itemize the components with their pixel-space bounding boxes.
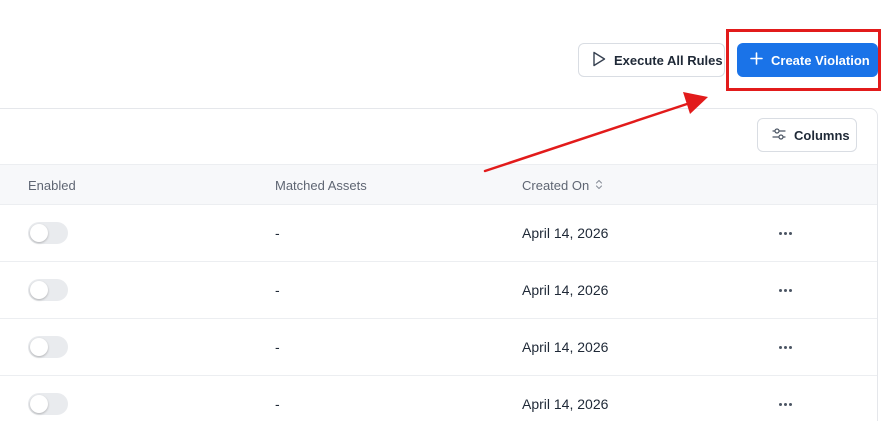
play-icon — [592, 51, 606, 70]
table-row: - April 14, 2026 — [0, 376, 877, 421]
table-row: - April 14, 2026 — [0, 205, 877, 262]
matched-assets-cell: - — [275, 396, 280, 412]
more-horizontal-icon[interactable] — [773, 337, 797, 357]
created-on-cell: April 14, 2026 — [522, 225, 609, 241]
annotation-highlight-box — [726, 29, 881, 91]
enabled-toggle[interactable] — [28, 393, 68, 415]
matched-assets-cell: - — [275, 339, 280, 355]
columns-button[interactable]: Columns — [757, 118, 857, 152]
toggle-knob — [30, 338, 48, 356]
page: Execute All Rules Create Violation Colum… — [0, 0, 883, 421]
header-created-on[interactable]: Created On — [522, 178, 603, 193]
sliders-icon — [772, 127, 786, 144]
table-header: Enabled Matched Assets Created On — [0, 164, 877, 205]
matched-assets-cell: - — [275, 282, 280, 298]
header-enabled-label: Enabled — [28, 178, 76, 193]
more-horizontal-icon[interactable] — [773, 223, 797, 243]
matched-assets-cell: - — [275, 225, 280, 241]
table-row: - April 14, 2026 — [0, 262, 877, 319]
toggle-knob — [30, 395, 48, 413]
created-on-cell: April 14, 2026 — [522, 396, 609, 412]
header-matched-assets[interactable]: Matched Assets — [275, 178, 367, 193]
sort-icon[interactable] — [595, 178, 603, 193]
more-horizontal-icon[interactable] — [773, 394, 797, 414]
created-on-cell: April 14, 2026 — [522, 282, 609, 298]
header-created-on-label: Created On — [522, 178, 590, 193]
execute-all-rules-label: Execute All Rules — [614, 52, 723, 68]
enabled-toggle[interactable] — [28, 279, 68, 301]
more-horizontal-icon[interactable] — [773, 280, 797, 300]
toggle-knob — [30, 224, 48, 242]
columns-label: Columns — [794, 127, 850, 143]
header-enabled[interactable]: Enabled — [28, 178, 76, 193]
toggle-knob — [30, 281, 48, 299]
enabled-toggle[interactable] — [28, 222, 68, 244]
table-row: - April 14, 2026 — [0, 319, 877, 376]
execute-all-rules-button[interactable]: Execute All Rules — [578, 43, 725, 77]
created-on-cell: April 14, 2026 — [522, 339, 609, 355]
header-matched-assets-label: Matched Assets — [275, 178, 367, 193]
enabled-toggle[interactable] — [28, 336, 68, 358]
